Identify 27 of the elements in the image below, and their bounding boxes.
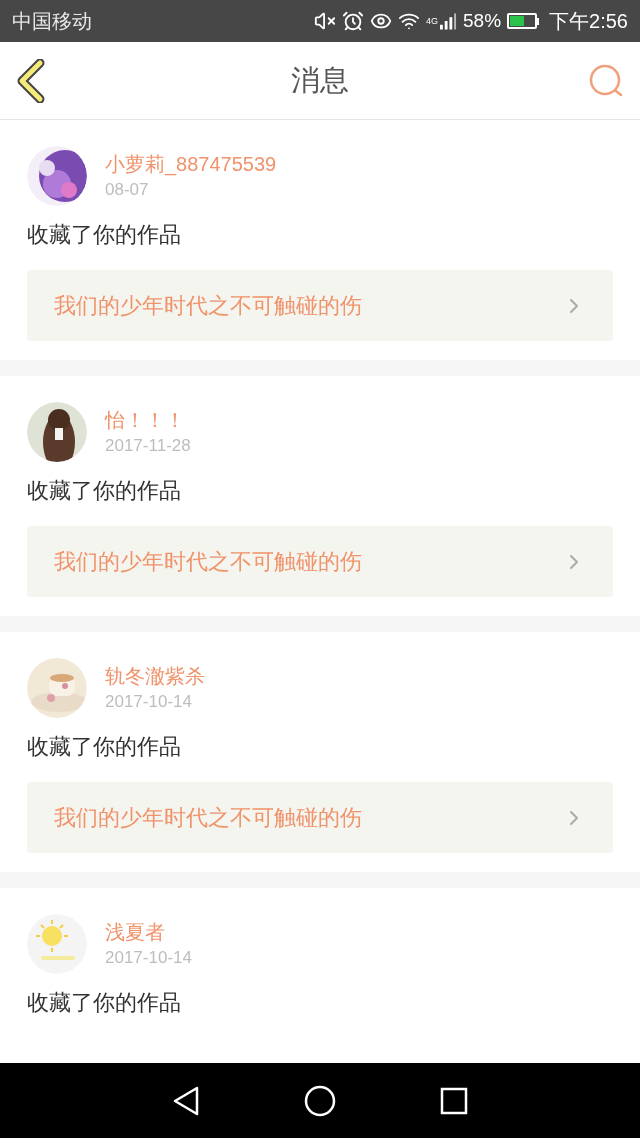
message-date: 2017-10-14: [105, 947, 192, 969]
message-date: 2017-11-28: [105, 435, 191, 457]
user-name[interactable]: 轨冬澈紫杀: [105, 662, 205, 690]
message-text: 收藏了你的作品: [27, 221, 182, 249]
recents-icon[interactable]: [440, 1086, 468, 1115]
message-date: 2017-10-14: [105, 691, 193, 713]
signal-icon: [440, 12, 458, 30]
user-name[interactable]: 怡！！！: [105, 406, 191, 434]
back-icon[interactable]: [172, 1084, 200, 1117]
work-link[interactable]: 我们的少年时代之不可触碰的伤: [27, 270, 613, 341]
message-text: 收藏了你的作品: [27, 477, 182, 505]
mute-icon: [314, 10, 336, 32]
work-link[interactable]: 我们的少年时代之不可触碰的伤: [27, 526, 613, 597]
battery-icon: [507, 13, 540, 29]
message-text: 收藏了你的作品: [27, 733, 182, 761]
message-date: 08-07: [105, 179, 150, 201]
home-icon[interactable]: [304, 1084, 336, 1117]
user-name[interactable]: 小萝莉_887475539: [105, 150, 277, 178]
time-label: 下午2:56: [549, 9, 628, 34]
alarm-icon: [342, 10, 364, 32]
work-link[interactable]: 我们的少年时代之不可触碰的伤: [27, 782, 613, 853]
carrier-label: 中国移动: [12, 9, 92, 34]
user-name[interactable]: 浅夏者: [105, 918, 192, 946]
message-text: 收藏了你的作品: [27, 989, 182, 1017]
network-label: 4G: [426, 15, 439, 28]
battery-label: 58%: [463, 8, 502, 33]
page-title: 消息: [291, 62, 349, 98]
